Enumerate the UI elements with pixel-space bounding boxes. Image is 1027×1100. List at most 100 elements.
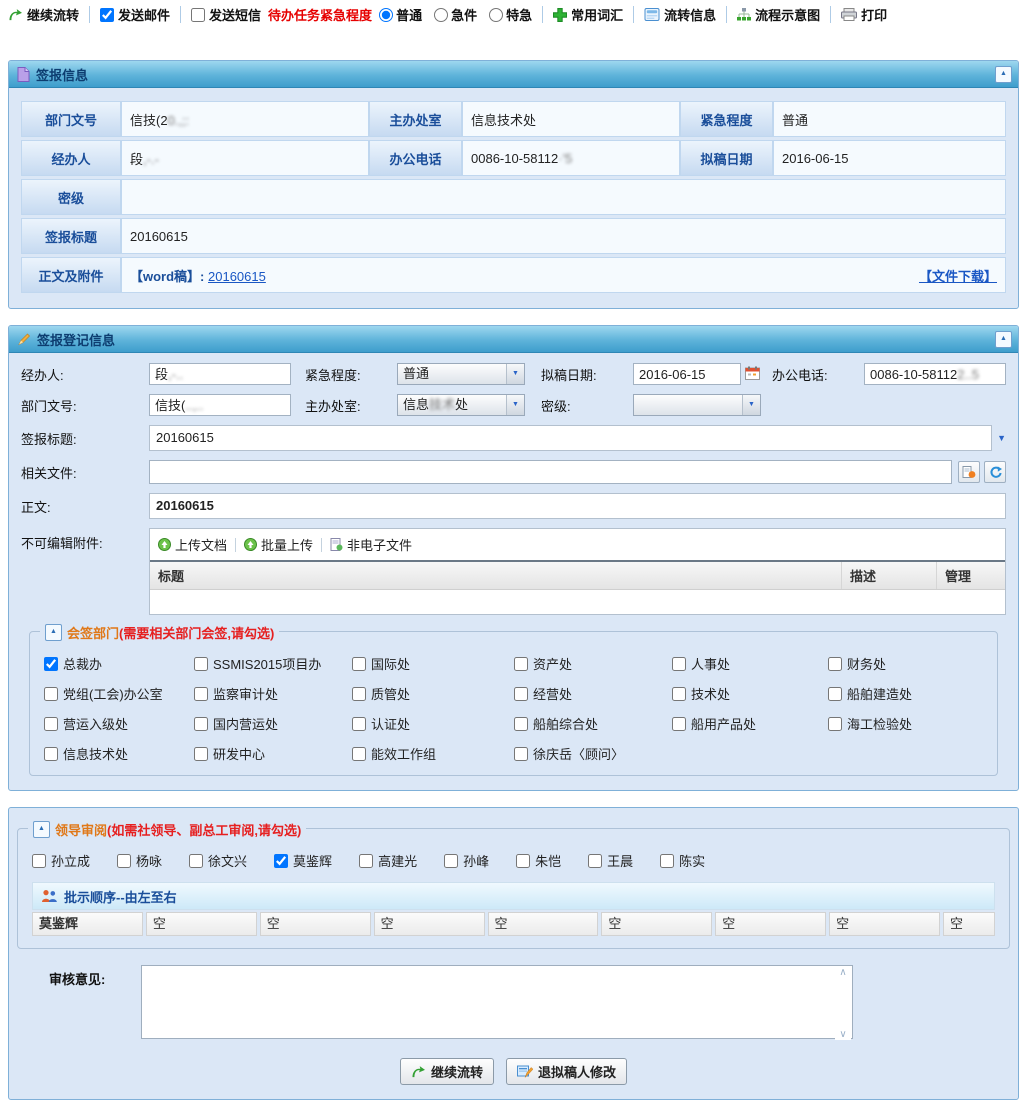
checkbox[interactable] (352, 657, 366, 671)
checkbox[interactable] (828, 657, 842, 671)
cosign-checkbox-item[interactable]: 质管处 (352, 684, 514, 703)
flow-info-button[interactable]: 流转信息 (644, 5, 716, 24)
urgency-radio[interactable] (489, 8, 503, 22)
select-file-button[interactable] (958, 461, 980, 483)
cosign-checkbox-item[interactable]: 总裁办 (44, 654, 194, 673)
cosign-checkbox-item[interactable]: SSMIS2015项目办 (194, 654, 352, 673)
checkbox[interactable] (194, 747, 208, 761)
leader-checkbox-item[interactable]: 孙立成 (32, 851, 90, 870)
checkbox[interactable] (194, 657, 208, 671)
calendar-icon[interactable] (745, 366, 760, 383)
checkbox[interactable] (274, 854, 288, 868)
review-opinion-textarea[interactable] (141, 965, 853, 1039)
checkbox[interactable] (352, 717, 366, 731)
checkbox[interactable] (44, 747, 58, 761)
checkbox[interactable] (516, 854, 530, 868)
common-words-button[interactable]: 常用词汇 (553, 5, 623, 24)
send-email-checkbox-input[interactable] (100, 8, 114, 22)
urgency-radio[interactable] (434, 8, 448, 22)
cosign-checkbox-item[interactable]: 人事处 (672, 654, 828, 673)
leader-checkbox-item[interactable]: 徐文兴 (189, 851, 247, 870)
checkbox[interactable] (444, 854, 458, 868)
urgency-option[interactable]: 急件 (434, 5, 477, 24)
draft-date-input[interactable]: 2016-06-15 (633, 363, 741, 385)
cosign-checkbox-item[interactable]: 国际处 (352, 654, 514, 673)
dept-no-input[interactable]: 信技(..,.. (149, 394, 291, 416)
cosign-checkbox-item[interactable]: 认证处 (352, 714, 514, 733)
leader-checkbox-item[interactable]: 朱恺 (516, 851, 561, 870)
related-files-input[interactable] (149, 460, 952, 484)
checkbox[interactable] (44, 717, 58, 731)
body-input[interactable]: 20160615 (149, 493, 1006, 519)
cosign-checkbox-item[interactable]: 资产处 (514, 654, 672, 673)
send-email-checkbox[interactable]: 发送邮件 (100, 5, 170, 24)
checkbox[interactable] (44, 657, 58, 671)
cosign-checkbox-item[interactable]: 能效工作组 (352, 744, 514, 763)
chevron-down-icon[interactable]: ▼ (997, 433, 1006, 443)
leader-checkbox-item[interactable]: 莫鉴辉 (274, 851, 332, 870)
checkbox[interactable] (194, 687, 208, 701)
cosign-checkbox-item[interactable]: 徐庆岳〈顾问〉 (514, 744, 672, 763)
cosign-checkbox-item[interactable]: 研发中心 (194, 744, 352, 763)
checkbox[interactable] (672, 717, 686, 731)
checkbox[interactable] (672, 657, 686, 671)
cosign-checkbox-item[interactable]: 财务处 (828, 654, 983, 673)
scroll-up-icon[interactable]: ∧ (839, 967, 846, 978)
checkbox[interactable] (194, 717, 208, 731)
batch-upload-button[interactable]: 批量上传 (244, 535, 313, 554)
word-doc-link[interactable]: 20160615 (208, 269, 266, 284)
checkbox[interactable] (359, 854, 373, 868)
upload-doc-button[interactable]: 上传文档 (158, 535, 227, 554)
cosign-checkbox-item[interactable]: 党组(工会)办公室 (44, 684, 194, 703)
print-button[interactable]: 打印 (841, 5, 887, 24)
phone-input[interactable]: 0086-10-581122..5 (864, 363, 1006, 385)
checkbox[interactable] (189, 854, 203, 868)
secrecy-select[interactable]: ▼ (633, 394, 761, 416)
checkbox[interactable] (828, 687, 842, 701)
checkbox[interactable] (352, 687, 366, 701)
leader-checkbox-item[interactable]: 孙峰 (444, 851, 489, 870)
continue-flow-button[interactable]: 继续流转 (8, 5, 79, 24)
cosign-checkbox-item[interactable]: 技术处 (672, 684, 828, 703)
checkbox[interactable] (44, 687, 58, 701)
non-electronic-file-button[interactable]: 非电子文件 (330, 535, 412, 554)
send-sms-checkbox-input[interactable] (191, 8, 205, 22)
leader-checkbox-item[interactable]: 陈实 (660, 851, 705, 870)
checkbox[interactable] (117, 854, 131, 868)
cosign-checkbox-item[interactable]: 国内营运处 (194, 714, 352, 733)
urgency-radio[interactable] (379, 8, 393, 22)
file-download-link[interactable]: 【文件下载】 (919, 266, 997, 285)
checkbox[interactable] (514, 687, 528, 701)
cosign-checkbox-item[interactable]: 船用产品处 (672, 714, 828, 733)
cosign-checkbox-item[interactable]: 海工检验处 (828, 714, 983, 733)
leader-checkbox-item[interactable]: 高建光 (359, 851, 417, 870)
urgency-option[interactable]: 普通 (379, 5, 422, 24)
collapse-button[interactable]: ▲ (33, 821, 50, 838)
cosign-checkbox-item[interactable]: 监察审计处 (194, 684, 352, 703)
cosign-checkbox-item[interactable]: 信息技术处 (44, 744, 194, 763)
refresh-button[interactable] (984, 461, 1006, 483)
collapse-button[interactable]: ▲ (995, 331, 1012, 348)
checkbox[interactable] (660, 854, 674, 868)
return-to-drafter-button[interactable]: 退拟稿人修改 (506, 1058, 627, 1085)
cosign-checkbox-item[interactable]: 船舶综合处 (514, 714, 672, 733)
leader-checkbox-item[interactable]: 王晨 (588, 851, 633, 870)
leader-checkbox-item[interactable]: 杨咏 (117, 851, 162, 870)
handler-input[interactable]: 段,-.. (149, 363, 291, 385)
cosign-checkbox-item[interactable]: 经营处 (514, 684, 672, 703)
continue-flow-button[interactable]: 继续流转 (400, 1058, 494, 1085)
flow-diagram-button[interactable]: 流程示意图 (737, 5, 820, 24)
collapse-button[interactable]: ▲ (995, 66, 1012, 83)
send-sms-checkbox[interactable]: 发送短信 (191, 5, 261, 24)
checkbox[interactable] (514, 717, 528, 731)
collapse-button[interactable]: ▲ (45, 624, 62, 641)
checkbox[interactable] (514, 657, 528, 671)
report-title-input[interactable]: 20160615 (149, 425, 992, 451)
checkbox[interactable] (352, 747, 366, 761)
urgency-option[interactable]: 特急 (489, 5, 532, 24)
checkbox[interactable] (514, 747, 528, 761)
scrollbar[interactable]: ∧∨ (835, 967, 851, 1040)
urgency-select[interactable]: 普通 ▼ (397, 363, 525, 385)
checkbox[interactable] (588, 854, 602, 868)
host-office-select[interactable]: 信息技术处 ▼ (397, 394, 525, 416)
